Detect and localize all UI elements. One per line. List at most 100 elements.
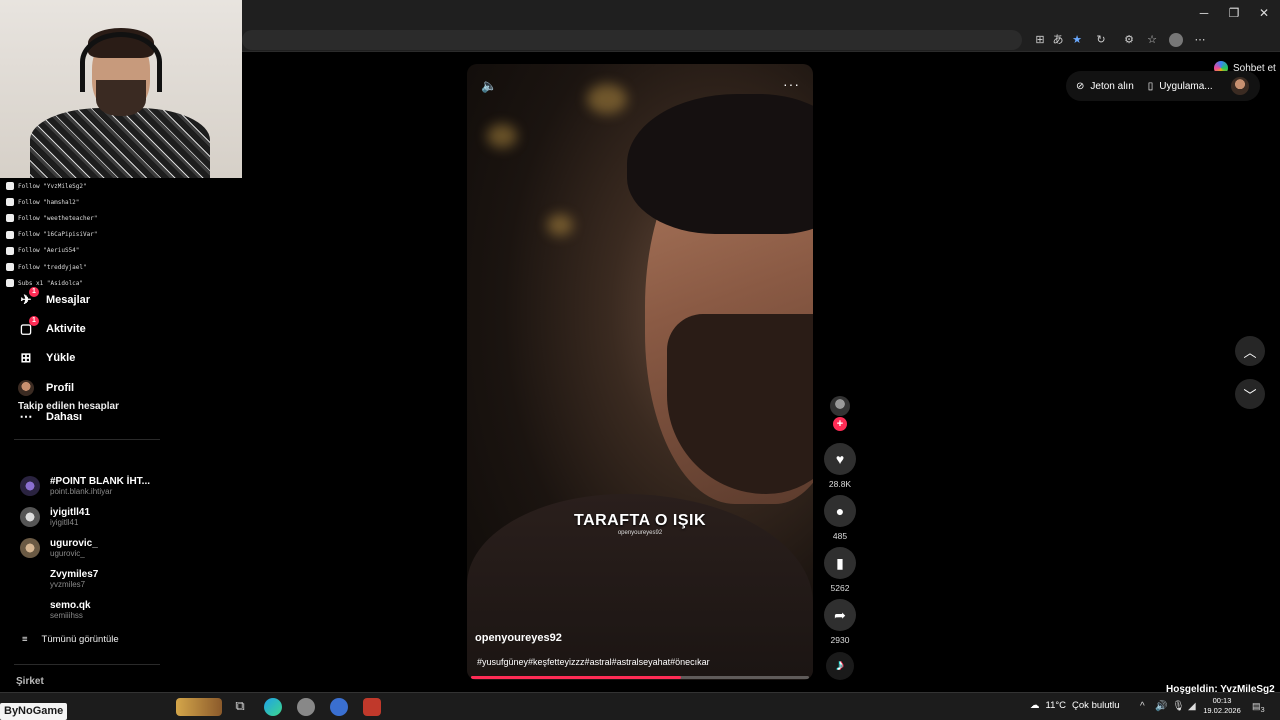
upload-plus-icon: ⊞	[20, 350, 32, 365]
sidebar-item-label: Dahası	[46, 411, 83, 423]
share-count: 2930	[830, 635, 850, 645]
following-name: Zvymiles7	[50, 568, 99, 580]
sidebar-item-label: Profil	[46, 382, 75, 394]
coin-icon: ⊘	[1076, 80, 1085, 92]
get-coins-button[interactable]: Jeton alın	[1090, 81, 1133, 92]
obs-icon[interactable]	[297, 698, 315, 716]
close-button[interactable]: ✕	[1256, 6, 1272, 20]
headset	[80, 32, 162, 92]
heart-icon	[6, 230, 14, 239]
app-available-icon[interactable]: ⊞	[1033, 33, 1047, 47]
follow-plus-icon[interactable]: +	[833, 417, 847, 431]
alert-item: Follow "AeriuS54"	[4, 242, 137, 259]
alert-item: Follow "treddyjael"	[4, 258, 137, 276]
like-count: 28.8K	[828, 479, 852, 489]
refresh-icon[interactable]: ↻	[1094, 33, 1108, 47]
profile-icon[interactable]	[1169, 33, 1183, 47]
temperature: 11°C	[1045, 700, 1067, 711]
video-caption: TARAFTA O IŞIK	[573, 512, 707, 529]
creator-avatar[interactable]	[830, 396, 850, 416]
restore-button[interactable]: ❐	[1226, 6, 1242, 20]
video-progress-fill	[471, 676, 681, 679]
cloud-icon: ☁	[1030, 700, 1040, 711]
following-item[interactable]: iyigitll41 iyigitll41	[20, 503, 90, 531]
webcam-overlay	[0, 0, 242, 178]
favorite-star-icon[interactable]: ★	[1070, 33, 1084, 47]
tray-chevron-icon[interactable]: ^	[1140, 701, 1145, 712]
translate-icon[interactable]: あ	[1051, 33, 1065, 47]
send-icon: ✈ 1	[18, 287, 39, 308]
following-username: yvzmiles7	[50, 579, 86, 589]
speaker-icon[interactable]: 🔊	[1155, 701, 1167, 712]
like-button[interactable]: ♥	[824, 443, 856, 475]
address-bar[interactable]	[242, 30, 1022, 50]
avatar	[20, 538, 40, 558]
previous-video-button[interactable]: ︿	[1235, 336, 1265, 366]
sidebar-item-label: Mesajlar	[46, 294, 91, 306]
video-author[interactable]: openyoureyes92	[475, 632, 562, 644]
task-view-icon[interactable]: ⧉	[231, 698, 249, 716]
microphone-icon[interactable]: 🎙	[1172, 701, 1185, 712]
following-item[interactable]: Zvymiles7 yvzmiles7	[20, 565, 98, 593]
notification-count: 3	[1260, 704, 1265, 714]
sidebar-item-label: Aktivite	[46, 323, 86, 335]
minimize-button[interactable]: ─	[1196, 6, 1212, 20]
profile-avatar	[18, 380, 34, 396]
edge-icon[interactable]	[264, 698, 282, 716]
heart-icon	[6, 214, 14, 223]
network-icon[interactable]: ◢	[1188, 701, 1196, 712]
next-video-button[interactable]: ﹀	[1235, 379, 1265, 409]
bokeh-light	[547, 214, 573, 236]
messages-badge: 1	[29, 287, 39, 297]
avatar	[20, 507, 40, 527]
avatar	[20, 476, 40, 496]
volume-icon[interactable]: 🔈	[481, 78, 497, 94]
tiktok-logo-icon[interactable]: ♪	[826, 652, 854, 680]
get-app-button[interactable]: Uygulama...	[1159, 81, 1212, 92]
notification-icon[interactable]: ▤3	[1252, 701, 1265, 714]
share-button[interactable]: ➦	[824, 599, 856, 631]
save-button[interactable]: ▮	[824, 547, 856, 579]
show-all-link[interactable]: ≡ Tümünü görüntüle	[22, 634, 119, 645]
app-icon[interactable]	[363, 698, 381, 716]
alert-item: Subs x1 "Asidolca"	[4, 275, 137, 292]
avatar	[20, 600, 40, 620]
sidebar-item-profile[interactable]: Profil	[18, 378, 74, 398]
weather-widget[interactable]: ☁ 11°C Çok bulutlu	[1030, 700, 1120, 711]
video-hashtags[interactable]: #yusufgüney#keşfetteyizzz#astral#astrals…	[477, 657, 710, 667]
game-app-icon[interactable]	[176, 698, 222, 716]
company-link[interactable]: Şirket	[16, 676, 44, 687]
following-username: ugurovic_	[50, 548, 85, 558]
divider	[14, 439, 160, 440]
chevron-down-icon: ﹀	[1243, 387, 1257, 403]
alert-item: Follow "weetheteacher"	[4, 210, 137, 227]
star-icon	[6, 279, 14, 288]
clock-date: 19.02.2026	[1203, 706, 1241, 715]
sidebar-item-upload[interactable]: ⊞ Yükle	[18, 348, 76, 368]
sidebar-item-messages[interactable]: ✈ 1 Mesajlar	[18, 287, 91, 310]
video-progress-bar[interactable]	[471, 676, 809, 679]
chevron-up-icon: ︿	[1243, 344, 1257, 360]
sidebar-item-label: Yükle	[46, 352, 76, 364]
alert-item: Follow "16CaPipisiVar"	[4, 226, 137, 243]
menu-dots-icon[interactable]: ⋯	[1193, 33, 1207, 47]
steam-icon[interactable]	[330, 698, 348, 716]
following-item[interactable]: semo.qk semiiihss	[20, 596, 91, 624]
screen: ─ ❐ ✕ ⊞ あ ★ ↻ ⚙ ☆ ⋯ Sohbet et Follow "Yv…	[0, 0, 1280, 720]
following-item[interactable]: #POINT BLANK İHT... point.blank.ihtiyar	[20, 472, 150, 500]
heart-icon	[6, 198, 14, 207]
following-item[interactable]: ugurovic_ ugurovic_	[20, 534, 98, 562]
collections-icon[interactable]: ☆	[1145, 33, 1159, 47]
video-player[interactable]: 🔈 ··· TARAFTA O IŞIK openyoureyes92 open…	[467, 64, 813, 680]
user-avatar[interactable]	[1231, 77, 1249, 95]
following-username: semiiihss	[50, 610, 83, 620]
webcam-body	[30, 108, 210, 178]
clock-time: 00:13	[1212, 696, 1232, 705]
divider	[14, 664, 160, 665]
sidebar-item-activity[interactable]: ▢ 1 Aktivite	[18, 316, 86, 339]
extensions-icon[interactable]: ⚙	[1122, 33, 1136, 47]
system-clock[interactable]: 00:13 19.02.2026	[1200, 696, 1244, 716]
comment-button[interactable]: ●	[824, 495, 856, 527]
following-username: iyigitll41	[50, 517, 79, 527]
more-options-icon[interactable]: ···	[783, 76, 800, 92]
